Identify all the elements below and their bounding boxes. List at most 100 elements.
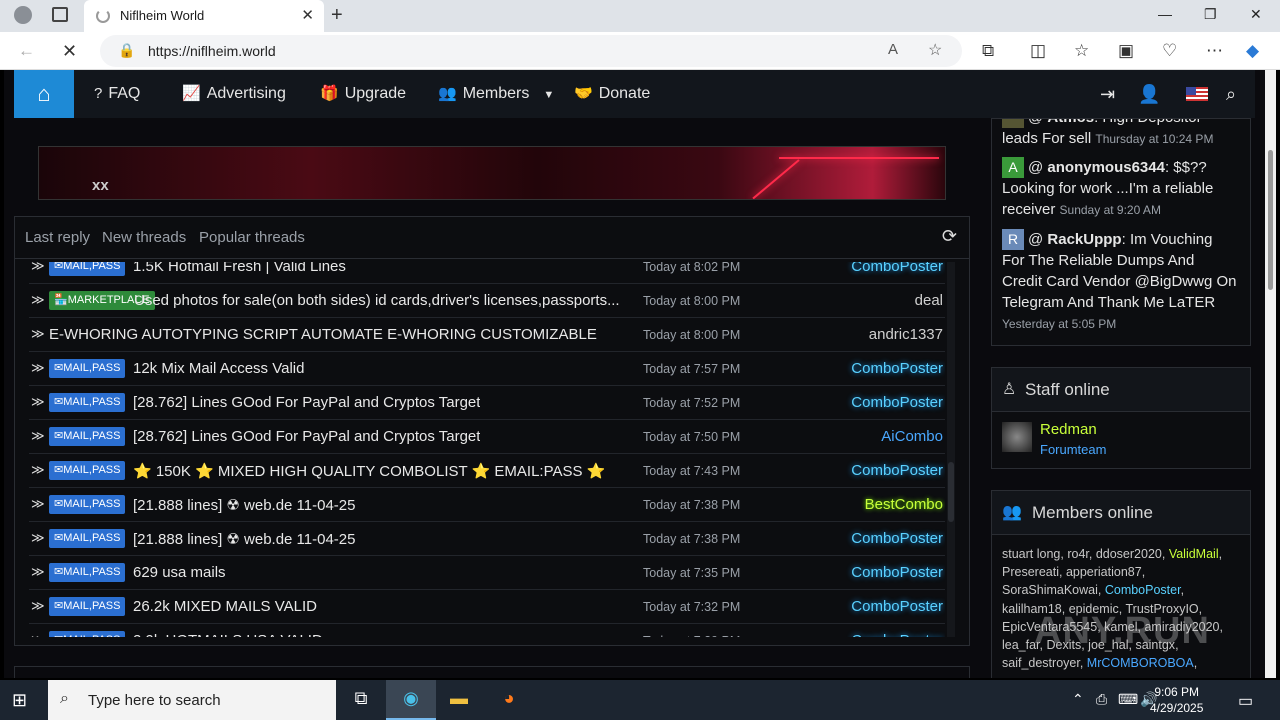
thread-title[interactable]: 12k Mix Mail Access Valid [133, 360, 304, 377]
thread-row[interactable]: ≫ ✉MAIL,PASS 629 usa mails Today at 7:35 PM… [29, 556, 945, 590]
avatar[interactable] [1002, 119, 1024, 128]
prefix-badge[interactable]: ✉MAIL,PASS [49, 529, 126, 548]
thread-title[interactable]: ⭐ 150K ⭐ MIXED HIGH QUALITY COMBOLIST ⭐ … [133, 462, 605, 480]
window-close-icon[interactable]: ✕ [1250, 6, 1262, 23]
member-link[interactable]: saif_destroyer [1002, 656, 1080, 670]
thread-user[interactable]: ComboPoster [851, 632, 943, 637]
prefix-badge[interactable]: ✉MAIL,PASS [49, 461, 126, 480]
nav-advertising[interactable]: 📈 Advertising [182, 70, 286, 118]
us-flag-icon[interactable] [1186, 87, 1208, 101]
thread-title[interactable]: [21.888 lines] ☢ web.de 11-04-25 [133, 496, 355, 514]
tab-last-reply[interactable]: Last reply [25, 229, 90, 246]
avatar[interactable] [1002, 422, 1032, 452]
thread-title[interactable]: [28.762] Lines GOod For PayPal and Crypt… [133, 428, 480, 445]
double-chevron-icon[interactable]: ≫ [31, 326, 45, 342]
double-chevron-icon[interactable]: ≫ [31, 292, 45, 308]
thread-row[interactable]: ≫ E-WHORING AUTOTYPING SCRIPT AUTOMATE E-… [29, 318, 945, 352]
thread-user[interactable]: ComboPoster [851, 462, 943, 479]
double-chevron-icon[interactable]: ≫ [31, 462, 45, 478]
favorites-icon[interactable]: ☆ [1074, 41, 1089, 61]
shout-user[interactable]: Atmos [1047, 119, 1094, 126]
edge-taskbar-button[interactable]: ◉ [386, 680, 436, 720]
staff-name[interactable]: Redman [1040, 421, 1097, 438]
stop-loading-icon[interactable]: ✕ [62, 41, 77, 62]
tab-new-threads[interactable]: New threads [102, 229, 186, 246]
thread-row[interactable]: ≫ ✉MAIL,PASS 2.9k HOTMAILS USA VALID Today … [29, 624, 945, 637]
thread-title[interactable]: E-WHORING AUTOTYPING SCRIPT AUTOMATE E-W… [49, 326, 597, 343]
thread-scrollbar[interactable] [947, 262, 955, 637]
url-bar[interactable]: 🔒 https://niflheim.world A ☆ [100, 35, 962, 67]
more-menu-icon[interactable]: ⋯ [1206, 41, 1223, 61]
thread-user[interactable]: ComboPoster [851, 598, 943, 615]
prefix-badge[interactable]: ✉MAIL,PASS [49, 359, 126, 378]
prefix-badge[interactable]: ✉MAIL,PASS [49, 631, 126, 637]
thread-row[interactable]: ≫ ✉MAIL,PASS [21.888 lines] ☢ web.de 11-04… [29, 522, 945, 556]
file-explorer-icon[interactable]: ▬ [446, 688, 472, 712]
windows-start-icon[interactable]: ⊞ [12, 690, 27, 711]
refresh-icon[interactable]: ⟳ [942, 226, 957, 247]
task-view-icon[interactable]: ⧉ [348, 688, 374, 712]
thread-title[interactable]: [28.762] Lines GOod For PayPal and Crypt… [133, 394, 480, 411]
nav-donate[interactable]: 🤝 Donate [574, 70, 650, 118]
page-scrollbar[interactable] [1265, 70, 1276, 678]
thread-row[interactable]: ≫ ✉MAIL,PASS 26.2k MIXED MAILS VALID Today … [29, 590, 945, 624]
double-chevron-icon[interactable]: ≫ [31, 598, 45, 614]
new-tab-icon[interactable]: + [331, 4, 343, 27]
thread-user[interactable]: ComboPoster [851, 360, 943, 377]
thread-title[interactable]: 1.5K Hotmail Fresh | Valid Lines [133, 262, 346, 275]
thread-title[interactable]: [21.888 lines] ☢ web.de 11-04-25 [133, 530, 355, 548]
member-link[interactable]: ddoser2020 [1096, 547, 1162, 561]
member-link[interactable]: stuart long [1002, 547, 1060, 561]
url-text[interactable]: https://niflheim.world [148, 43, 276, 59]
ad-banner[interactable]: xx [38, 146, 946, 200]
thread-row[interactable]: ≫ 🏪MARKETPLACE Used photos for sale(on bot… [29, 284, 945, 318]
thread-user[interactable]: BestCombo [865, 496, 943, 513]
taskbar-clock[interactable]: 9:06 PM 4/29/2025 [1150, 684, 1203, 716]
home-button[interactable]: ⌂ [14, 70, 74, 118]
thread-row[interactable]: ≫ ✉MAIL,PASS [28.762] Lines GOod For PayPa… [29, 420, 945, 454]
double-chevron-icon[interactable]: ≫ [31, 632, 45, 637]
thread-title[interactable]: 2.9k HOTMAILS USA VALID [133, 632, 323, 637]
login-icon[interactable]: ⇥ [1100, 84, 1115, 105]
thread-title[interactable]: 26.2k MIXED MAILS VALID [133, 598, 317, 615]
nav-faq[interactable]: ? FAQ [94, 70, 140, 118]
close-tab-icon[interactable]: ✕ [301, 6, 314, 24]
prefix-badge[interactable]: ✉MAIL,PASS [49, 563, 126, 582]
split-screen-icon[interactable]: ◫ [1030, 41, 1046, 61]
member-link[interactable]: SoraShimaKowai [1002, 583, 1098, 597]
collections-icon[interactable]: ▣ [1118, 41, 1134, 61]
thread-user[interactable]: ComboPoster [851, 530, 943, 547]
double-chevron-icon[interactable]: ≫ [31, 360, 45, 376]
double-chevron-icon[interactable]: ≫ [31, 428, 45, 444]
tray-chevron-up-icon[interactable]: ⌃ [1072, 691, 1084, 708]
avatar[interactable]: A [1002, 157, 1024, 178]
chevron-down-icon[interactable]: ▼ [543, 89, 554, 101]
thread-row[interactable]: ≫ ✉MAIL,PASS [28.762] Lines GOod For PayPa… [29, 386, 945, 420]
thread-user[interactable]: AiCombo [881, 428, 943, 445]
profile-avatar-icon[interactable] [14, 6, 32, 24]
firefox-icon[interactable]: ◕ [496, 688, 522, 712]
prefix-badge[interactable]: ✉MAIL,PASS [49, 427, 126, 446]
double-chevron-icon[interactable]: ≫ [31, 564, 45, 580]
thread-row[interactable]: ≫ ✉MAIL,PASS 1.5K Hotmail Fresh | Valid Li… [29, 262, 945, 284]
thread-user[interactable]: ComboPoster [851, 394, 943, 411]
thread-row[interactable]: ≫ ✉MAIL,PASS 12k Mix Mail Access Valid Toda… [29, 352, 945, 386]
shout-user[interactable]: RackUppp [1047, 231, 1121, 248]
lock-icon[interactable]: 🔒 [118, 42, 135, 59]
network-icon[interactable]: ⌨ [1118, 691, 1138, 708]
search-icon[interactable]: ⌕ [1226, 84, 1236, 105]
member-link[interactable]: ComboPoster [1105, 583, 1181, 597]
double-chevron-icon[interactable]: ≫ [31, 262, 45, 274]
extensions-icon[interactable]: ⧉ [982, 41, 994, 61]
tab-actions-icon[interactable] [52, 7, 68, 22]
register-icon[interactable]: 👤 [1138, 84, 1160, 105]
taskbar-search[interactable]: ⌕ Type here to search [48, 680, 336, 720]
thread-title[interactable]: 629 usa mails [133, 564, 226, 581]
thread-row[interactable]: ≫ ✉MAIL,PASS [21.888 lines] ☢ web.de 11-04… [29, 488, 945, 522]
performance-icon[interactable]: ♡ [1162, 41, 1177, 61]
browser-tab[interactable]: Niflheim World ✕ [84, 0, 324, 32]
thread-row[interactable]: ≫ ✉MAIL,PASS ⭐ 150K ⭐ MIXED HIGH QUALITY C… [29, 454, 945, 488]
nav-upgrade[interactable]: 🎁 Upgrade [320, 70, 406, 118]
member-link[interactable]: ValidMail [1169, 547, 1219, 561]
notification-icon[interactable]: ▭ [1238, 691, 1253, 711]
